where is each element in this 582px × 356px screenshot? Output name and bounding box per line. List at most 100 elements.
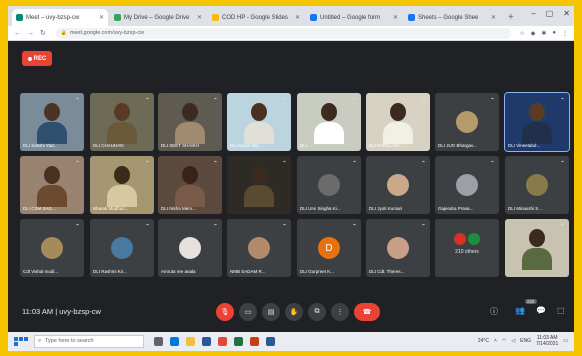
store-icon[interactable] (202, 337, 211, 346)
participant-tile[interactable]: ⌁ Cdt Vishal modi... (20, 219, 84, 277)
participant-tile[interactable]: ⌁ DLI PARUL MA... (366, 93, 430, 151)
participant-tile[interactable]: ⌁ DLI ... (297, 93, 361, 151)
browser-tab[interactable]: Sheets – Google Shee ✕ (404, 9, 500, 26)
back-icon[interactable]: ← (14, 30, 21, 37)
participant-tile[interactable]: ⌁ DLI CSM SAG... (20, 156, 84, 214)
tab-close-icon[interactable]: ✕ (99, 14, 104, 21)
toolbar-icons: ☆ ◆ ✱ ● ⋮ (519, 30, 568, 37)
extension-icon[interactable]: ◆ (531, 30, 536, 37)
participant-tile[interactable]: ⌁ DLI CHAUHAN (90, 93, 154, 151)
profile-icon[interactable]: ● (552, 30, 556, 37)
captions-button[interactable]: ▤ (262, 303, 280, 321)
participant-tile[interactable]: ⌁ DLI Jyoti Kumari (366, 156, 430, 214)
people-icon[interactable]: 👥 (515, 306, 525, 315)
lock-icon: 🔒 (60, 29, 68, 36)
maximize-icon[interactable]: ▢ (546, 9, 554, 18)
file-explorer-icon[interactable] (186, 337, 195, 346)
wifi-icon[interactable]: ◠ (502, 338, 506, 344)
language-indicator[interactable]: ENG (520, 338, 531, 344)
participant-tile[interactable]: ⌁ Bharati Madhuri... (90, 156, 154, 214)
leave-call-button[interactable]: ☎ (354, 303, 380, 321)
mic-off-button[interactable]: 🎙 (216, 303, 234, 321)
chrome-icon[interactable] (218, 337, 227, 346)
others-tile[interactable]: 210 others (435, 219, 499, 277)
participant-name: DLI CHAUHAN (93, 143, 124, 148)
word-icon[interactable] (266, 337, 275, 346)
tab-close-icon[interactable]: ✕ (295, 14, 300, 21)
tray-arrow-icon[interactable]: ˄ (494, 338, 497, 344)
participant-tile[interactable]: ⌁ DLI Nisha Mem... (158, 156, 222, 214)
menu-dots-icon[interactable]: ⋮ (562, 30, 568, 37)
clock[interactable]: 11:03 AM 7/14/2021 (536, 335, 558, 347)
participant-tile[interactable]: ⌁ DLI Cdt. Theres... (366, 219, 430, 277)
info-icon[interactable]: ⓘ (490, 306, 498, 317)
edge-icon[interactable] (170, 337, 179, 346)
taskbar-search-input[interactable]: ⌕ Type here to search (34, 335, 144, 348)
participant-figure (175, 103, 205, 144)
mic-muted-icon: ⌁ (560, 96, 564, 102)
participant-figure (314, 103, 344, 144)
mic-muted-icon: ⌁ (421, 222, 425, 228)
participant-tile[interactable]: ⌁ DLI JUO Bhargav... (435, 93, 499, 151)
tab-favicon-icon (114, 14, 121, 21)
participant-tile[interactable]: ⌁ (505, 219, 569, 277)
present-button[interactable]: ⧉ (308, 303, 326, 321)
participant-tile[interactable]: ⌁ Amruta ree anala (158, 219, 222, 277)
bookmark-star-icon[interactable]: ☆ (519, 30, 524, 37)
participant-name: DLI CSM SAG... (23, 206, 56, 211)
participant-tile[interactable]: ⌁ DLI SEET SHAIKH (158, 93, 222, 151)
camera-button[interactable]: ▭ (239, 303, 257, 321)
address-bar[interactable]: 🔒 meet.google.com/uvy-bzsp-cw (55, 27, 512, 39)
windows-start-icon[interactable] (14, 337, 28, 346)
reload-icon[interactable]: ↻ (40, 29, 46, 37)
activities-icon[interactable]: ⬚ (557, 306, 565, 315)
browser-tab[interactable]: Untitled – Google form ✕ (306, 9, 402, 26)
chat-icon[interactable]: 💬 (536, 306, 546, 315)
tab-title: Meet – uvy-bzsp-cw (26, 14, 80, 21)
participant-tile[interactable]: ⌁ (227, 156, 291, 214)
participant-name: DLI Nisha Mem... (161, 206, 196, 211)
participant-tile[interactable]: ⌁ DLI Rashmi Kir... (90, 219, 154, 277)
powerpoint-icon[interactable] (250, 337, 259, 346)
volume-icon[interactable]: ◁ (511, 338, 515, 344)
participant-tile[interactable]: ⌁ DLI Urvi Singha Ki... (297, 156, 361, 214)
participant-tile[interactable]: ⌁ DLI Vineetabd... (504, 92, 570, 152)
mic-muted-icon: ⌁ (352, 159, 356, 165)
tab-close-icon[interactable]: ✕ (491, 14, 496, 21)
others-count: 210 others (455, 249, 479, 255)
participant-avatar (41, 237, 63, 259)
participant-name: DLI Rashmi Kir... (93, 269, 127, 274)
raise-hand-button[interactable]: ✋ (285, 303, 303, 321)
notification-icon[interactable]: ▭ (563, 338, 568, 344)
tab-title: COD HP - Google Slides (222, 14, 288, 21)
mic-muted-icon: ⌁ (75, 222, 79, 228)
tab-close-icon[interactable]: ✕ (393, 14, 398, 21)
mic-muted-icon: ⌁ (213, 96, 217, 102)
more-options-button[interactable]: ⋮ (331, 303, 349, 321)
participant-tile[interactable]: ⌁ DLI Karan Ma... (227, 93, 291, 151)
participant-tile[interactable]: ⌁ NMB SADAM R... (227, 219, 291, 277)
new-tab-button[interactable]: + (502, 9, 520, 26)
tab-close-icon[interactable]: ✕ (197, 14, 202, 21)
participant-name: DLI Minaxshi S... (508, 206, 543, 211)
browser-tab[interactable]: My Drive – Google Drive ✕ (110, 9, 206, 26)
participant-tile[interactable]: ⌁ DLI Sakshi Yad... (20, 93, 84, 151)
forward-icon[interactable]: → (27, 30, 34, 37)
participant-avatar (248, 237, 270, 259)
participant-tile[interactable]: ⌁ Gajendra Prasa... (435, 156, 499, 214)
participant-avatar (387, 237, 409, 259)
browser-tab[interactable]: Meet – uvy-bzsp-cw ✕ (12, 9, 108, 26)
task-view-icon[interactable] (154, 337, 163, 346)
url-text: meet.google.com/uvy-bzsp-cw (69, 29, 145, 36)
participant-tile[interactable]: ⌁ DLI Minaxshi S... (505, 156, 569, 214)
participant-name: NMB SADAM R... (230, 269, 266, 274)
minimize-icon[interactable]: – (531, 9, 535, 18)
excel-icon[interactable] (234, 337, 243, 346)
mic-muted-icon: ⌁ (352, 222, 356, 228)
browser-tab[interactable]: COD HP - Google Slides ✕ (208, 9, 304, 26)
mic-muted-icon: ⌁ (421, 96, 425, 102)
close-window-icon[interactable]: ✕ (563, 9, 570, 18)
participant-tile[interactable]: D ⌁ DLI Gurpreet K... (297, 219, 361, 277)
extensions-puzzle-icon[interactable]: ✱ (541, 30, 546, 37)
mic-muted-icon: ⌁ (282, 222, 286, 228)
